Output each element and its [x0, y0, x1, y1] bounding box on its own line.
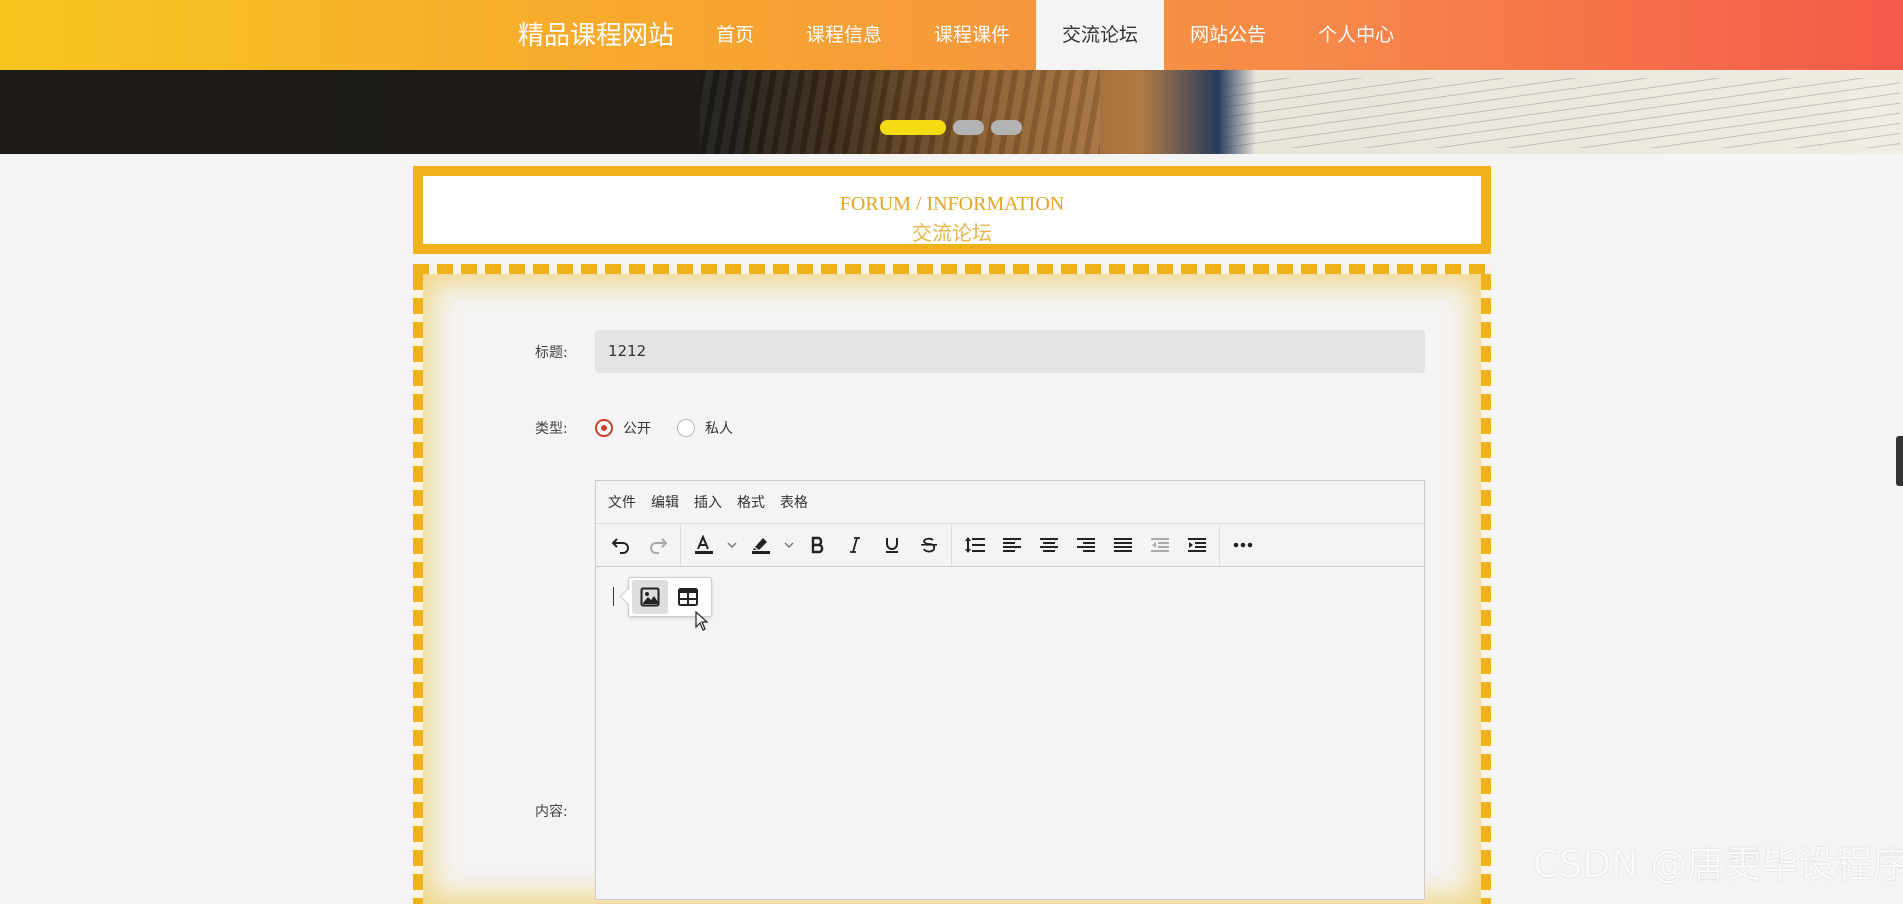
watermark-text: CSDN @唐雯毕设程序	[1533, 843, 1903, 886]
bold-icon[interactable]	[799, 528, 836, 562]
text-color-icon[interactable]	[685, 528, 722, 562]
radio-public[interactable]: 公开	[595, 418, 651, 438]
banner-carousel	[0, 70, 1903, 154]
redo-icon[interactable]	[639, 528, 676, 562]
line-height-icon[interactable]	[956, 528, 993, 562]
menu-insert[interactable]: 插入	[694, 492, 722, 512]
menu-format[interactable]: 格式	[737, 492, 765, 512]
radio-public-label: 公开	[623, 421, 651, 437]
nav-item-home[interactable]: 首页	[690, 0, 780, 70]
frame-dashed-left	[413, 274, 423, 904]
banner-image-wood	[700, 70, 1100, 154]
radio-private-label: 私人	[705, 421, 733, 437]
align-right-icon[interactable]	[1067, 528, 1104, 562]
top-navbar: 精品课程网站 首页 课程信息 课程课件 交流论坛 网站公告 个人中心	[0, 0, 1903, 70]
page-scroll-handle[interactable]	[1896, 436, 1903, 486]
more-icon[interactable]	[1224, 528, 1261, 562]
image-icon[interactable]	[632, 580, 668, 614]
site-brand[interactable]: 精品课程网站	[518, 15, 674, 52]
menu-edit[interactable]: 编辑	[651, 492, 679, 512]
editor-toolbar	[596, 524, 1424, 567]
type-radio-group: 公开 私人	[595, 418, 759, 438]
frame-dashed-right	[1481, 274, 1491, 904]
section-title-en: FORUM / INFORMATION	[839, 193, 1065, 215]
toolbar-separator	[680, 525, 681, 565]
content-label: 内容:	[535, 804, 568, 820]
text-color-dropdown-icon[interactable]	[722, 528, 742, 562]
indent-icon[interactable]	[1178, 528, 1215, 562]
toolbar-separator	[951, 525, 952, 565]
menu-table[interactable]: 表格	[780, 492, 808, 512]
type-label: 类型:	[535, 421, 568, 437]
toolbar-separator	[1219, 525, 1220, 565]
radio-private-circle[interactable]	[677, 419, 695, 437]
nav-item-course-info[interactable]: 课程信息	[780, 0, 908, 70]
rich-text-editor: 文件 编辑 插入 格式 表格	[595, 480, 1425, 900]
underline-icon[interactable]	[873, 528, 910, 562]
radio-private[interactable]: 私人	[677, 418, 733, 438]
italic-icon[interactable]	[836, 528, 873, 562]
nav-item-announcements[interactable]: 网站公告	[1164, 0, 1292, 70]
highlight-color-icon[interactable]	[742, 528, 779, 562]
menu-file[interactable]: 文件	[608, 492, 636, 512]
title-label: 标题:	[535, 345, 568, 361]
align-left-icon[interactable]	[993, 528, 1030, 562]
nav-item-personal-center[interactable]: 个人中心	[1292, 0, 1420, 70]
carousel-dot-1[interactable]	[880, 120, 946, 135]
carousel-dot-2[interactable]	[953, 120, 984, 135]
section-title-box: FORUM / INFORMATION 交流论坛	[413, 166, 1491, 254]
editor-menubar: 文件 编辑 插入 格式 表格	[596, 481, 1424, 524]
quick-insert-toolbar	[628, 577, 712, 631]
nav-item-courseware[interactable]: 课程课件	[908, 0, 1036, 70]
carousel-dot-3[interactable]	[991, 120, 1022, 135]
highlight-dropdown-icon[interactable]	[779, 528, 799, 562]
banner-image-sheet-music	[1220, 78, 1900, 148]
nav-item-forum[interactable]: 交流论坛	[1036, 0, 1165, 70]
frame-dashed-top	[413, 264, 1491, 274]
text-caret	[613, 587, 614, 606]
nav-menu: 首页 课程信息 课程课件 交流论坛 网站公告 个人中心	[690, 0, 1420, 70]
strikethrough-icon[interactable]	[910, 528, 947, 562]
align-justify-icon[interactable]	[1104, 528, 1141, 562]
carousel-indicators	[880, 120, 1022, 135]
section-title-cn: 交流论坛	[912, 223, 992, 245]
outdent-icon[interactable]	[1141, 528, 1178, 562]
table-icon[interactable]	[670, 580, 706, 614]
title-input[interactable]: 1212	[595, 330, 1425, 373]
editor-content-area[interactable]	[596, 567, 1424, 901]
undo-icon[interactable]	[602, 528, 639, 562]
align-center-icon[interactable]	[1030, 528, 1067, 562]
radio-public-circle[interactable]	[595, 419, 613, 437]
mouse-cursor-icon	[695, 610, 709, 635]
